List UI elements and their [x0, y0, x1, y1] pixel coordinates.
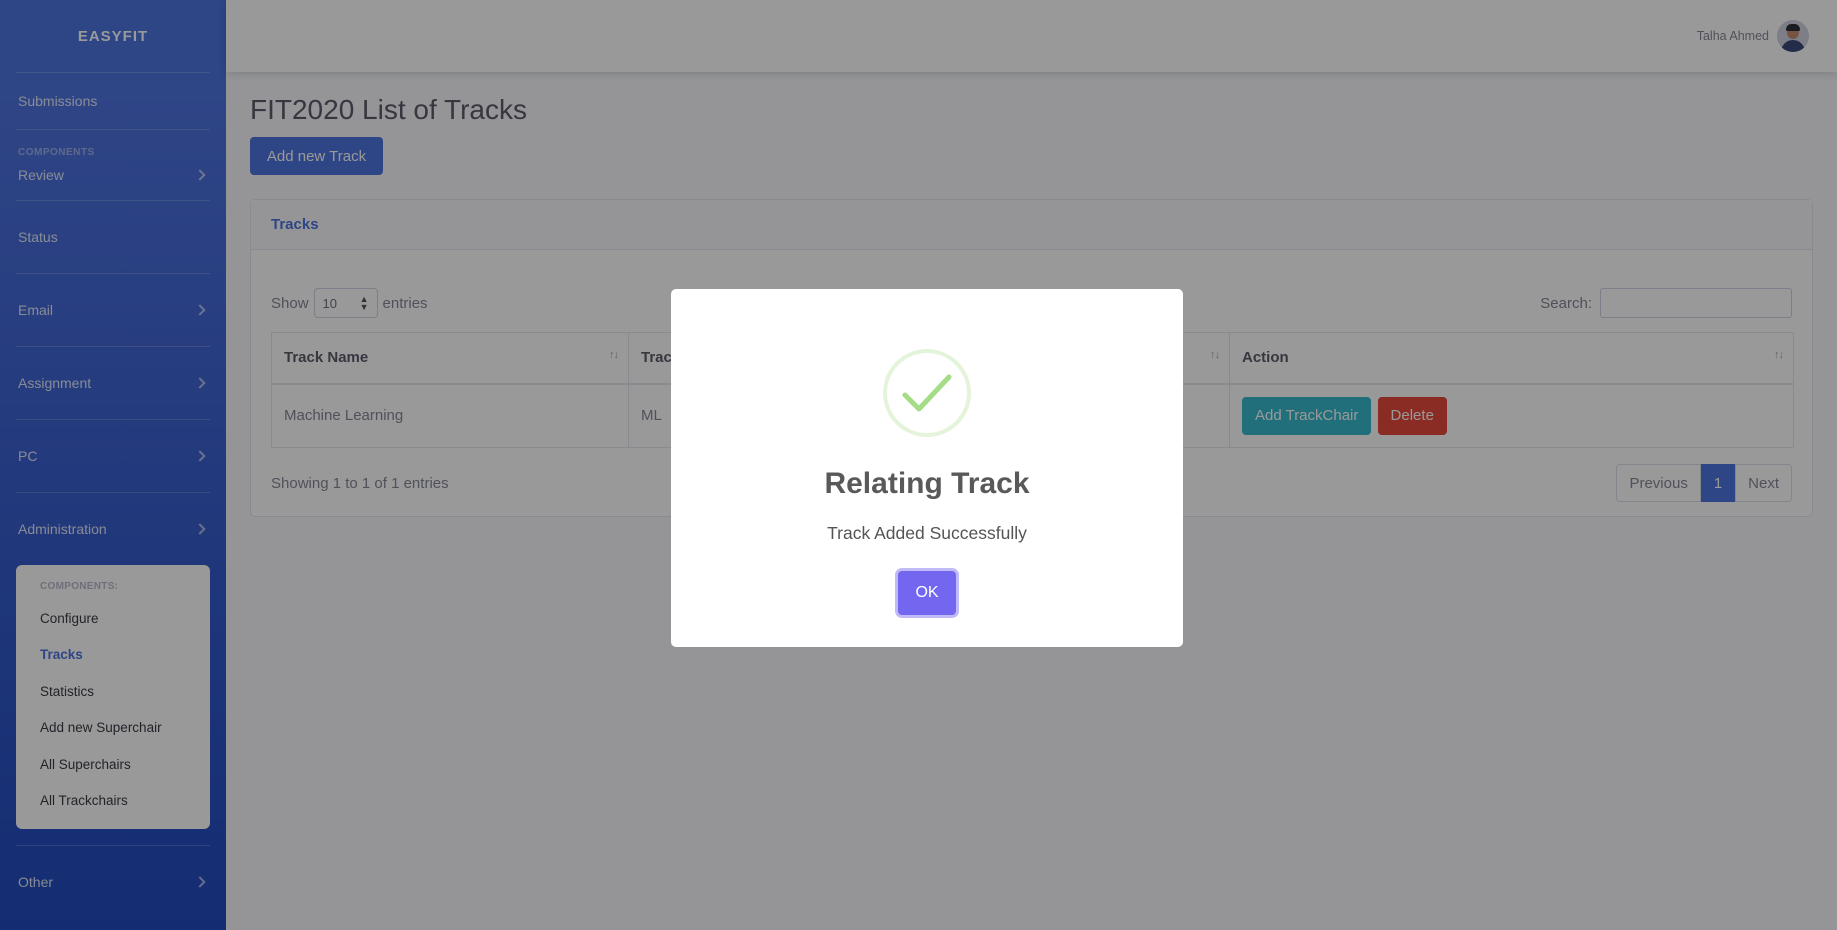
modal-message: Track Added Successfully [827, 523, 1027, 543]
checkmark-icon [902, 374, 952, 412]
ok-button[interactable]: OK [898, 571, 956, 615]
modal-title: Relating Track [824, 467, 1030, 500]
success-check-icon [883, 349, 971, 437]
success-modal: Relating Track Track Added Successfully … [671, 289, 1183, 647]
